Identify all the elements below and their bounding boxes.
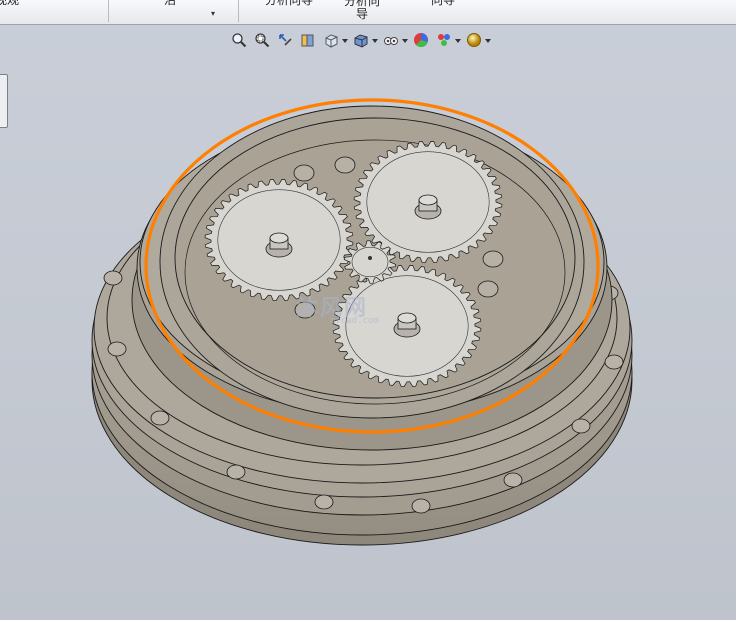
watermark-url: mfcad.com xyxy=(330,316,379,326)
sun-gear-center xyxy=(368,256,372,260)
bolt-hole xyxy=(411,498,431,514)
bolt-hole xyxy=(503,472,523,488)
bolt-hole xyxy=(604,354,624,370)
bolt-hole xyxy=(571,418,591,434)
carrier-hole xyxy=(482,250,504,268)
carrier-hole xyxy=(293,164,315,182)
hub-top xyxy=(269,232,289,244)
bolt-hole xyxy=(226,464,246,480)
bolt-hole xyxy=(103,270,123,286)
carrier-hole xyxy=(477,280,499,298)
hub-top xyxy=(397,312,417,324)
carrier-hole xyxy=(334,156,356,174)
bolt-hole xyxy=(107,341,127,357)
bolt-hole xyxy=(150,410,170,426)
hub-top xyxy=(418,194,438,206)
bolt-hole xyxy=(314,494,334,510)
